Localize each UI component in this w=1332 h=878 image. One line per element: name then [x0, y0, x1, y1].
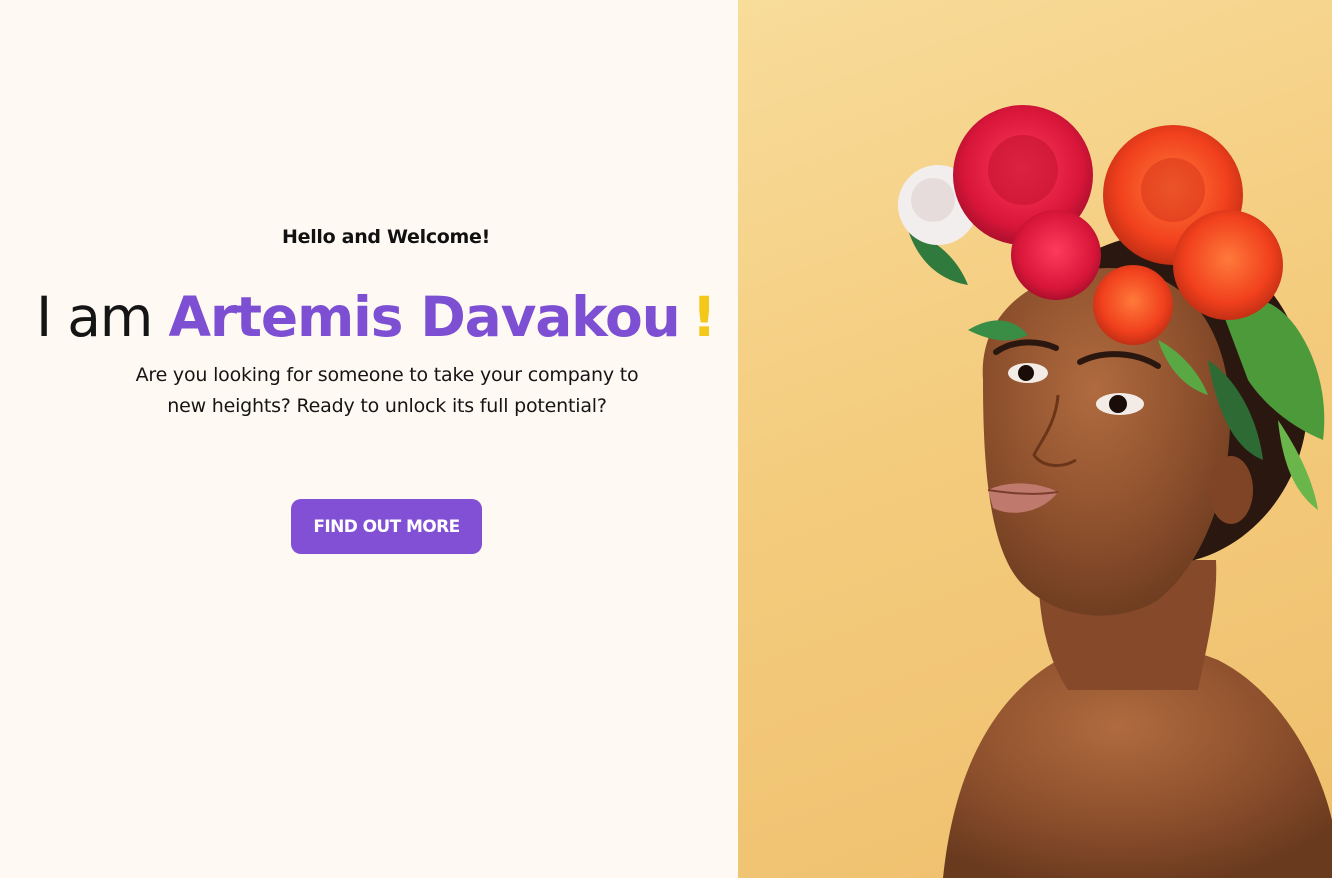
portrait-illustration: [898, 105, 1332, 878]
headline-exclamation: !: [691, 285, 717, 349]
find-out-more-button[interactable]: FIND OUT MORE: [291, 499, 482, 554]
intro-line-2: new heights? Ready to unlock its full po…: [167, 395, 607, 417]
hero-headline: I am Artemis Davakou!: [36, 282, 738, 352]
portrait-image: [738, 0, 1332, 878]
greeting-text: Hello and Welcome!: [282, 226, 490, 248]
headline-name: Artemis Davakou: [168, 285, 680, 349]
intro-paragraph: Are you looking for someone to take your…: [96, 360, 678, 422]
intro-line-1: Are you looking for someone to take your…: [135, 364, 639, 386]
hero-text-panel: Hello and Welcome! I am Artemis Davakou!…: [0, 0, 738, 878]
headline-prefix: I am: [36, 285, 169, 349]
